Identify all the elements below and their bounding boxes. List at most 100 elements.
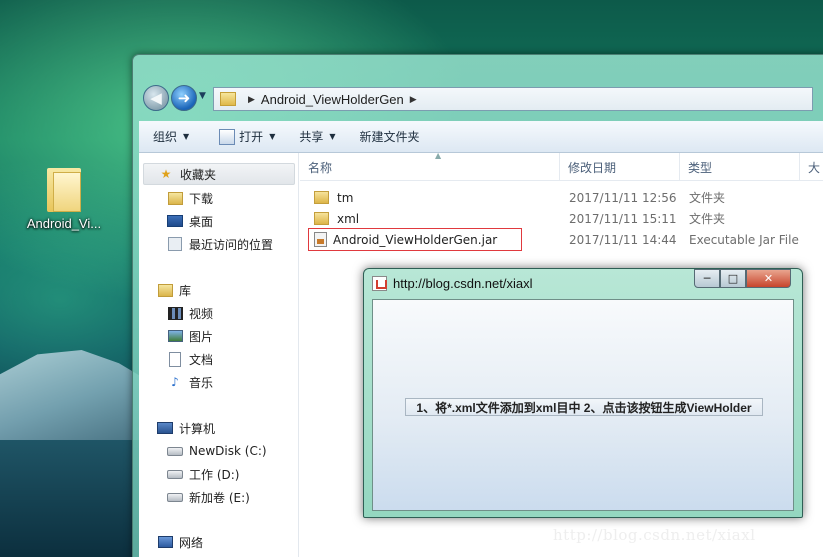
share-label: 共享 — [299, 130, 324, 144]
navigation-bar: ◀ ➜ ▼ ▶ Android_ViewHolderGen ▶ — [141, 85, 823, 113]
nav-label: 网络 — [179, 535, 204, 550]
nav-item-network[interactable]: 网络 — [157, 531, 203, 553]
nav-item-recent[interactable]: 最近访问的位置 — [167, 233, 273, 255]
nav-item-drive-e[interactable]: 新加卷 (E:) — [167, 486, 250, 508]
chevron-right-icon[interactable]: ▶ — [248, 94, 255, 105]
chevron-right-icon[interactable]: ▶ — [410, 94, 417, 105]
minimize-icon: ─ — [703, 272, 711, 285]
file-type: 文件夹 — [689, 191, 726, 205]
organize-label: 组织 — [153, 130, 178, 144]
arrow-left-icon: ◀ — [150, 89, 162, 107]
downloads-icon — [167, 191, 183, 205]
star-icon: ★ — [160, 167, 172, 181]
music-note-icon: ♪ — [171, 375, 179, 389]
column-header-row: 名称 ▲ 修改日期 类型 大 — [300, 151, 823, 181]
table-row[interactable]: tm 2017/11/11 12:56 文件夹 — [300, 187, 823, 208]
nav-item-documents[interactable]: 文档 — [167, 348, 213, 370]
network-icon — [157, 536, 173, 548]
nav-item-videos[interactable]: 视频 — [167, 302, 213, 324]
drive-icon — [167, 446, 183, 456]
pictures-icon — [167, 330, 183, 342]
desktop-wallpaper-water — [0, 440, 140, 557]
open-button[interactable]: 打开 ▼ — [201, 121, 287, 152]
file-modified: 2017/11/11 12:56 — [569, 190, 677, 205]
column-label: 名称 — [308, 160, 333, 175]
document-icon — [169, 351, 181, 367]
nav-label: 工作 (D:) — [189, 467, 240, 482]
nav-item-downloads[interactable]: 下载 — [167, 187, 213, 209]
generate-viewholder-button[interactable]: 1、将*.xml文件添加到xml目中 2、点击该按钮生成ViewHolder — [405, 398, 763, 416]
close-icon: ✕ — [763, 272, 774, 285]
nav-label: 库 — [179, 283, 192, 298]
nav-label: 最近访问的位置 — [189, 237, 274, 252]
organize-button[interactable]: 组织 ▼ — [139, 121, 201, 152]
folder-icon — [314, 191, 329, 204]
java-content-panel: 1、将*.xml文件添加到xml目中 2、点击该按钮生成ViewHolder — [372, 299, 794, 511]
nav-item-computer[interactable]: 计算机 — [157, 417, 215, 439]
library-icon — [157, 283, 173, 297]
java-app-window: http://blog.csdn.net/xiaxl ─ □ ✕ 1、将*.xm… — [363, 268, 803, 518]
file-type: 文件夹 — [689, 212, 726, 226]
forward-button[interactable]: ➜ — [171, 85, 197, 111]
maximize-button[interactable]: □ — [720, 269, 746, 288]
column-label: 修改日期 — [568, 160, 617, 175]
new-folder-label: 新建文件夹 — [359, 130, 420, 144]
desktop-icon-label: Android_Vi... — [26, 216, 102, 231]
file-name: xml — [337, 211, 360, 226]
file-modified: 2017/11/11 15:11 — [569, 211, 677, 226]
navigation-pane: ★ 收藏夹 下载 桌面 最近访问的位置 库 视频 图片 文档 ♪ 音乐 计算机 Ne… — [139, 153, 299, 557]
nav-label: 视频 — [189, 306, 214, 321]
new-folder-button[interactable]: 新建文件夹 — [348, 121, 432, 152]
nav-item-desktop[interactable]: 桌面 — [167, 210, 213, 232]
jar-icon — [314, 232, 327, 247]
arrow-right-icon: ➜ — [177, 89, 191, 107]
back-button[interactable]: ◀ — [143, 85, 169, 111]
column-label: 类型 — [688, 160, 713, 175]
computer-icon — [157, 422, 173, 434]
window-title-bar[interactable]: http://blog.csdn.net/xiaxl — [372, 273, 532, 293]
nav-item-drive-d[interactable]: 工作 (D:) — [167, 463, 239, 485]
nav-label: 新加卷 (E:) — [189, 490, 250, 505]
column-modified[interactable]: 修改日期 — [560, 153, 680, 181]
nav-item-music[interactable]: ♪ 音乐 — [167, 371, 213, 393]
nav-item-pictures[interactable]: 图片 — [167, 325, 213, 347]
column-type[interactable]: 类型 — [680, 153, 800, 181]
file-type: Executable Jar File — [689, 232, 799, 247]
drive-icon — [167, 469, 183, 479]
recent-pages-dropdown[interactable]: ▼ — [199, 91, 206, 101]
column-size[interactable]: 大 — [800, 153, 823, 181]
window-title: http://blog.csdn.net/xiaxl — [393, 275, 533, 291]
sort-ascending-icon: ▲ — [435, 151, 442, 160]
highlight-box — [308, 228, 522, 251]
close-button[interactable]: ✕ — [746, 269, 791, 288]
desktop-folder-shortcut[interactable]: Android_Vi... — [22, 168, 106, 231]
maximize-icon: □ — [727, 272, 739, 285]
column-name[interactable]: 名称 — [300, 153, 560, 181]
chevron-down-icon: ▼ — [329, 132, 336, 141]
table-row[interactable]: Android_ViewHolderGen.jar 2017/11/11 14:… — [300, 228, 823, 251]
minimize-button[interactable]: ─ — [694, 269, 720, 288]
desktop-icon — [167, 215, 183, 227]
folder-icon — [47, 168, 81, 212]
nav-label: 计算机 — [179, 421, 216, 436]
recent-places-icon — [168, 237, 182, 251]
nav-label: 文档 — [189, 352, 214, 367]
nav-label: 桌面 — [189, 214, 214, 229]
address-bar[interactable]: ▶ Android_ViewHolderGen ▶ — [213, 87, 813, 111]
nav-label: 图片 — [189, 329, 214, 344]
file-name: tm — [337, 190, 354, 205]
folder-icon — [314, 212, 329, 225]
nav-item-favorites[interactable]: ★ 收藏夹 — [143, 163, 295, 185]
open-label: 打开 — [239, 130, 264, 144]
chevron-down-icon: ▼ — [269, 132, 276, 141]
nav-label: 音乐 — [189, 375, 214, 390]
share-button[interactable]: 共享 ▼ — [287, 121, 347, 152]
open-icon — [219, 128, 236, 145]
java-icon — [372, 275, 387, 291]
nav-label: 下载 — [189, 191, 214, 206]
nav-item-drive-c[interactable]: NewDisk (C:) — [167, 440, 267, 462]
table-row[interactable]: xml 2017/11/11 15:11 文件夹 — [300, 208, 823, 229]
nav-item-libraries[interactable]: 库 — [157, 279, 191, 301]
video-icon — [167, 306, 183, 320]
breadcrumb[interactable]: Android_ViewHolderGen — [261, 92, 404, 107]
